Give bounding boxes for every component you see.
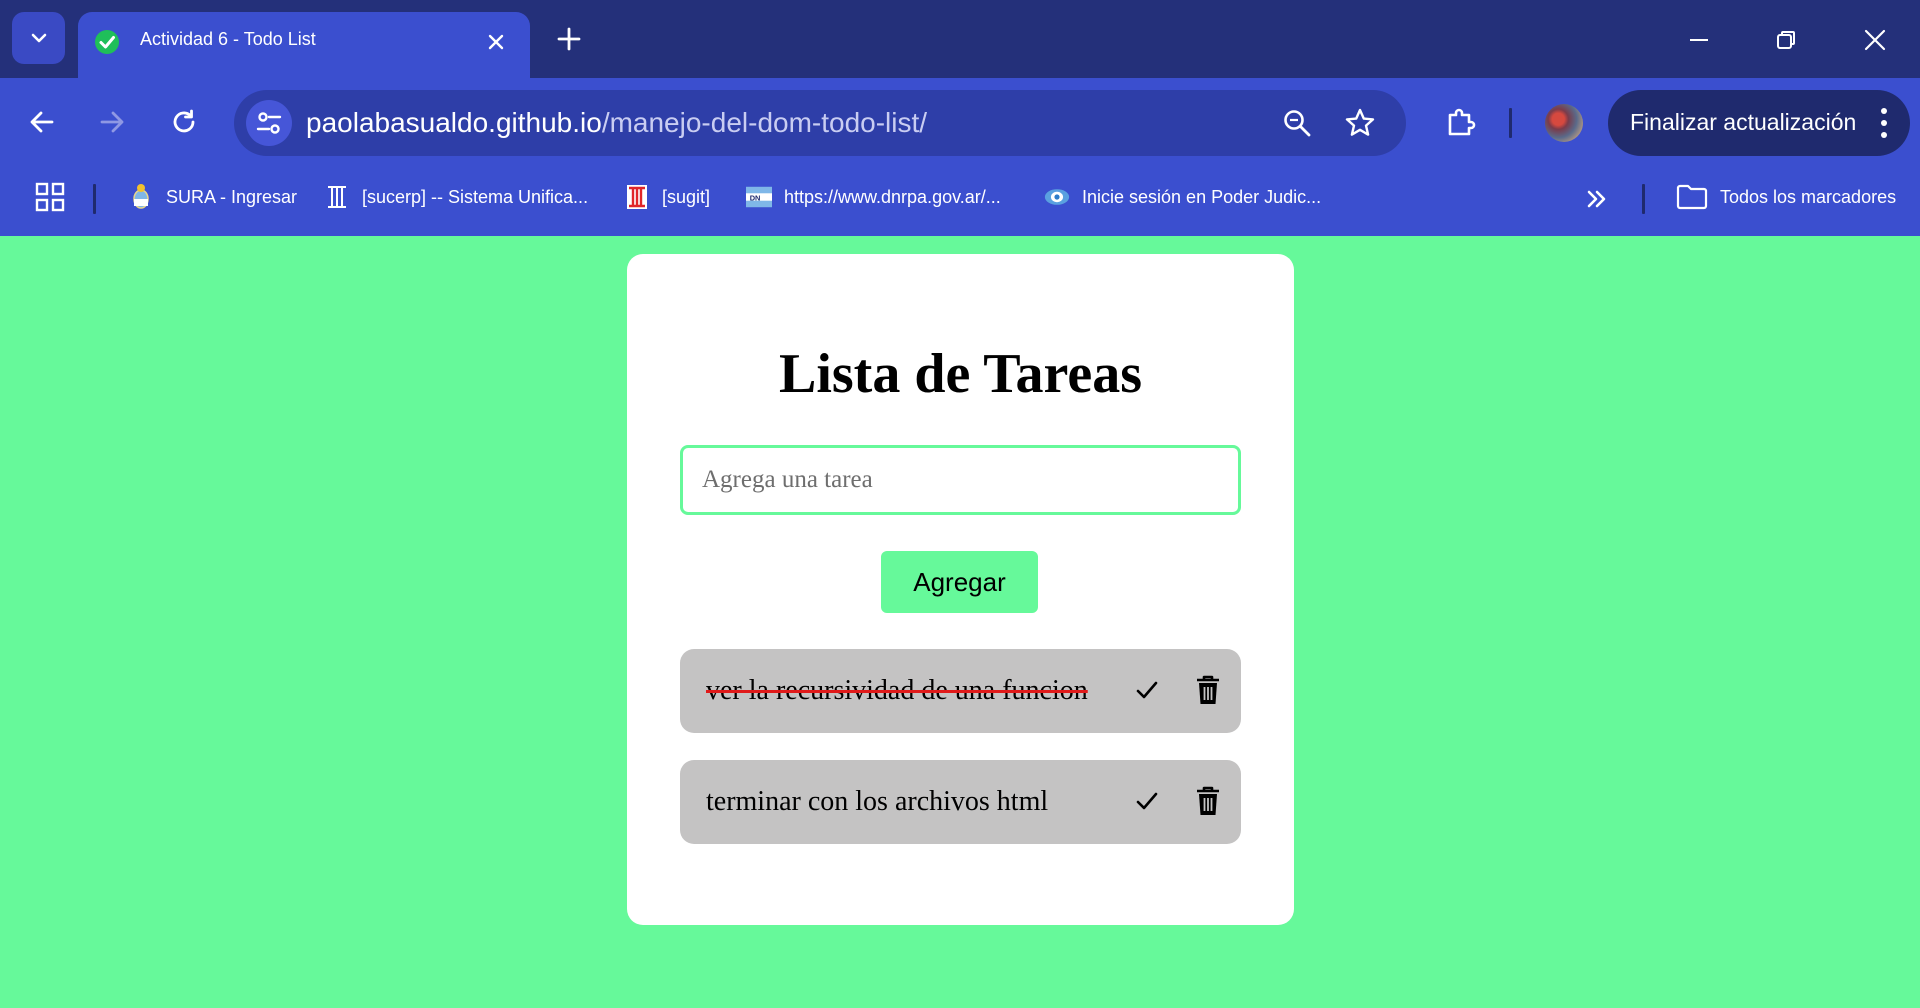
task-text: terminar con los archivos html bbox=[706, 786, 1049, 817]
zoom-button[interactable] bbox=[1278, 104, 1316, 142]
bookmark-item[interactable]: DN https://www.dnrpa.gov.ar/... bbox=[746, 180, 1001, 214]
active-tab[interactable]: Actividad 6 - Todo List bbox=[78, 12, 530, 78]
restore-button[interactable] bbox=[1766, 20, 1806, 60]
double-chevron-right-icon bbox=[1587, 190, 1606, 208]
bookmarks-separator bbox=[93, 184, 96, 214]
finish-update-label: Finalizar actualización bbox=[1630, 109, 1857, 135]
green-check-favicon-icon bbox=[95, 30, 119, 54]
bookmark-label: Inicie sesión en Poder Judic... bbox=[1082, 186, 1322, 207]
url-path: /manejo-del-dom-todo-list/ bbox=[601, 107, 928, 138]
checkmark-icon bbox=[1136, 792, 1158, 810]
red-column-icon bbox=[624, 184, 650, 210]
arrow-right-icon bbox=[100, 111, 124, 133]
bookmark-label: SURA - Ingresar bbox=[166, 186, 298, 207]
svg-text:DN: DN bbox=[750, 194, 761, 203]
tab-search-button[interactable] bbox=[12, 12, 65, 64]
complete-task-button[interactable] bbox=[1132, 675, 1162, 705]
column-icon bbox=[324, 184, 350, 210]
add-task-button[interactable]: Agregar bbox=[881, 551, 1038, 613]
all-bookmarks-label: Todos los marcadores bbox=[1720, 186, 1897, 207]
trash-icon bbox=[1197, 786, 1219, 815]
reload-icon bbox=[173, 109, 195, 133]
browser-toolbar: paolabasualdo.github.io/manejo-del-dom-t… bbox=[0, 78, 1920, 166]
close-window-button[interactable] bbox=[1855, 20, 1895, 60]
page-title: Lista de Tareas bbox=[778, 343, 1143, 405]
task-item: terminar con los archivos html bbox=[680, 760, 1241, 844]
plus-icon bbox=[557, 27, 581, 51]
apps-grid-icon[interactable] bbox=[34, 181, 66, 213]
bookmarks-separator bbox=[1642, 184, 1645, 214]
tab-strip: Actividad 6 - Todo List bbox=[0, 0, 1920, 78]
bookmark-star-button[interactable] bbox=[1341, 104, 1379, 142]
checkmark-icon bbox=[1136, 681, 1158, 699]
minimize-icon bbox=[1690, 39, 1708, 41]
bookmark-item[interactable]: Inicie sesión en Poder Judic... bbox=[1044, 180, 1321, 214]
bookmark-label: [sugit] bbox=[662, 186, 711, 207]
task-input[interactable] bbox=[680, 445, 1241, 515]
dnrpa-flag-icon: DN bbox=[746, 184, 772, 210]
restore-icon bbox=[1777, 31, 1795, 49]
bookmarks-bar: SURA - Ingresar [sucerp] -- Sistema Unif… bbox=[0, 166, 1920, 236]
todo-card: Lista de Tareas Agregar ver la recursivi… bbox=[627, 254, 1294, 925]
tune-icon bbox=[256, 112, 282, 134]
all-bookmarks-button[interactable]: Todos los marcadores bbox=[1676, 180, 1896, 214]
star-icon bbox=[1345, 108, 1375, 136]
bookmark-item[interactable]: [sugit] bbox=[624, 180, 710, 214]
finish-update-button[interactable]: Finalizar actualización bbox=[1608, 90, 1910, 156]
forward-button[interactable] bbox=[90, 100, 134, 144]
reload-button[interactable] bbox=[162, 100, 206, 144]
delete-task-button[interactable] bbox=[1194, 673, 1222, 707]
minimize-button[interactable] bbox=[1679, 20, 1719, 60]
bookmark-label: [sucerp] -- Sistema Unifica... bbox=[362, 186, 589, 207]
folder-icon bbox=[1676, 184, 1708, 210]
puzzle-icon bbox=[1448, 108, 1476, 136]
menu-dots-icon[interactable] bbox=[1876, 106, 1892, 140]
new-tab-button[interactable] bbox=[553, 23, 585, 55]
close-icon bbox=[488, 34, 504, 50]
argentina-coat-of-arms-icon bbox=[128, 184, 154, 210]
url-text[interactable]: paolabasualdo.github.io/manejo-del-dom-t… bbox=[306, 107, 927, 139]
site-info-button[interactable] bbox=[246, 100, 292, 146]
bookmark-item[interactable]: SURA - Ingresar bbox=[128, 180, 297, 214]
profile-avatar[interactable] bbox=[1545, 104, 1583, 142]
task-text: ver la recursividad de una funcion bbox=[706, 675, 1088, 706]
extensions-button[interactable] bbox=[1438, 100, 1482, 144]
address-bar[interactable]: paolabasualdo.github.io/manejo-del-dom-t… bbox=[234, 90, 1406, 156]
toolbar-separator bbox=[1509, 108, 1512, 138]
task-item: ver la recursividad de una funcion bbox=[680, 649, 1241, 733]
bookmark-label: https://www.dnrpa.gov.ar/... bbox=[784, 186, 1001, 207]
bookmark-item[interactable]: [sucerp] -- Sistema Unifica... bbox=[324, 180, 588, 214]
chevron-down-icon bbox=[31, 33, 46, 43]
arrow-left-icon bbox=[30, 111, 54, 133]
back-button[interactable] bbox=[20, 100, 64, 144]
url-host: paolabasualdo.github.io bbox=[306, 107, 602, 138]
poder-judicial-icon bbox=[1044, 184, 1070, 210]
tab-close-button[interactable] bbox=[483, 29, 509, 55]
trash-icon bbox=[1197, 675, 1219, 704]
more-bookmarks-button[interactable] bbox=[1580, 182, 1614, 216]
tab-title: Actividad 6 - Todo List bbox=[140, 29, 316, 49]
magnifier-icon bbox=[1284, 110, 1311, 137]
complete-task-button[interactable] bbox=[1132, 786, 1162, 816]
close-icon bbox=[1864, 29, 1886, 51]
delete-task-button[interactable] bbox=[1194, 784, 1222, 818]
